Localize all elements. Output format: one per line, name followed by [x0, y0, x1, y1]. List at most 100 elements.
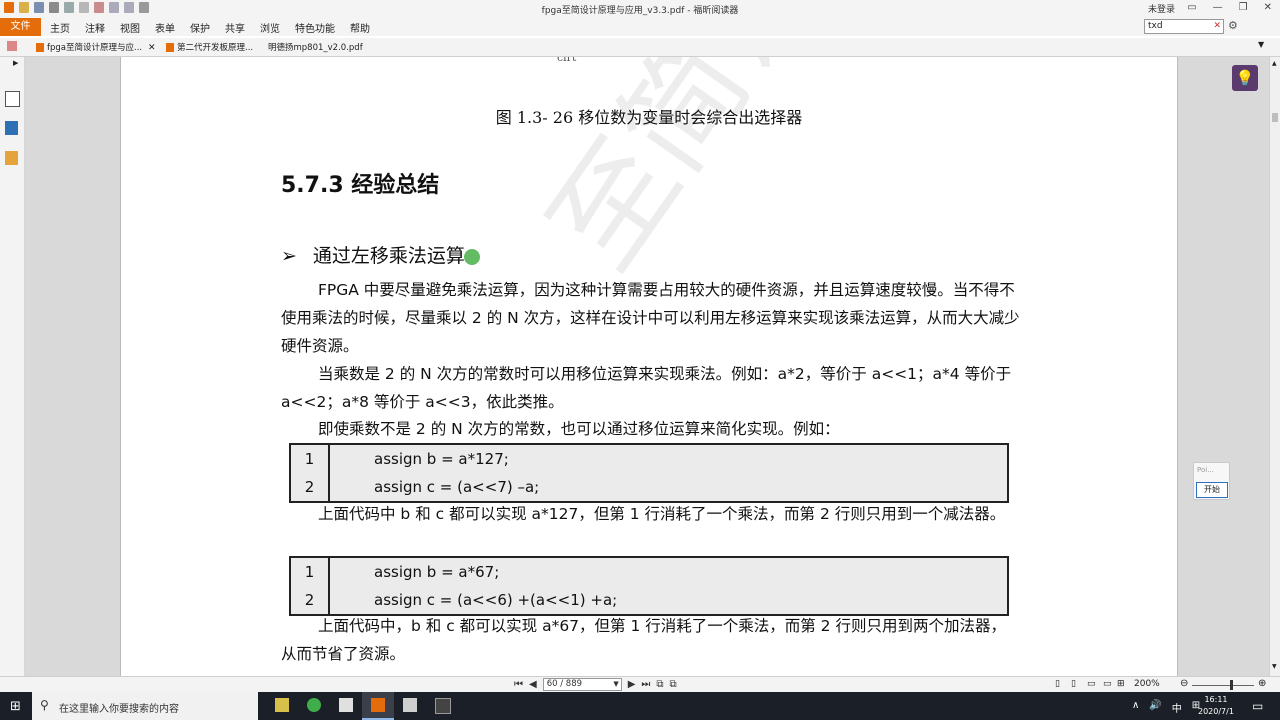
line-number: 2 [304, 478, 315, 496]
bookmark-icon[interactable] [5, 91, 20, 107]
next-page-icon[interactable]: ▶ [628, 679, 636, 690]
notification-icon[interactable]: ▭ [1252, 699, 1263, 713]
continuous-view-icon[interactable]: ▯ [1071, 679, 1076, 689]
fit-page-icon[interactable]: ⊞ [1117, 679, 1125, 689]
floating-panel-title: Poi... [1197, 466, 1214, 474]
tab-fpga[interactable]: fpga至简设计原理与应... ✕ [36, 40, 160, 56]
zoom-slider[interactable] [1192, 685, 1254, 686]
expand-panel-icon[interactable]: ▶ [13, 59, 18, 67]
window-title: fpga至简设计原理与应用_v3.3.pdf - 福昕阅读器 [541, 6, 739, 16]
taskbar-search[interactable]: ⚲ 在这里输入你要搜索的内容 [32, 692, 258, 720]
code-line: assign c = (a<<7) –a; [374, 478, 540, 496]
zoom-out-icon[interactable]: ⊖ [1180, 678, 1188, 689]
scroll-up-icon[interactable]: ▲ [1272, 60, 1277, 67]
code-lines: assign b = a*67; assign c = (a<<6) +(a<<… [328, 556, 1009, 616]
menu-comment[interactable]: 注释 [85, 20, 105, 35]
scrollbar-thumb[interactable] [1272, 113, 1278, 122]
copy-page-icon[interactable]: ⧉ [656, 679, 663, 690]
code-line: assign b = a*67; [374, 563, 500, 581]
taskbar-app-terminal[interactable] [426, 692, 458, 720]
windows-start-icon[interactable]: ⊞ [10, 699, 21, 714]
input-method-indicator[interactable]: 中 [1172, 700, 1182, 715]
taskbar-app-foxit[interactable] [362, 692, 394, 720]
settings-gear-icon[interactable]: ⚙ [1228, 19, 1238, 32]
clover-icon [307, 698, 321, 712]
tray-expand-icon[interactable]: ∧ [1132, 700, 1139, 715]
search-icon: ⚲ [40, 698, 49, 712]
search-input[interactable]: txd ✕ [1144, 19, 1224, 34]
hand-tool-icon[interactable] [7, 41, 17, 51]
tab-label: 第二代开发板原理... [177, 43, 254, 53]
cover-view-icon[interactable]: ▭ [1103, 679, 1112, 689]
menu-protect[interactable]: 保护 [190, 20, 210, 35]
volume-icon[interactable]: 🔊 [1149, 700, 1161, 715]
tab-close-icon[interactable]: ✕ [148, 40, 156, 56]
watermark: 至简设计原理与应 [501, 57, 1177, 297]
window-controls: ▭ — ❐ ✕ [1187, 2, 1272, 13]
paragraph: 即使乘数不是 2 的 N 次方的常数，也可以通过移位运算来简化实现。例如： [318, 420, 840, 438]
menu-help[interactable]: 帮助 [350, 20, 370, 35]
menu-bar: 文件 主页 注释 视图 表单 保护 共享 浏览 特色功能 帮助 [0, 18, 1280, 36]
menu-home[interactable]: 主页 [50, 20, 70, 35]
section-heading: 5.7.3 经验总结 [281, 173, 440, 198]
paragraph: FPGA 中要尽量避免乘法运算，因为这种计算需要占用较大的硬件资源，并且运算速度… [281, 281, 1020, 355]
code-line: assign c = (a<<6) +(a<<1) +a; [374, 591, 618, 609]
clear-search-icon[interactable]: ✕ [1213, 20, 1221, 33]
pages-icon[interactable] [5, 121, 18, 135]
pdf-file-icon [36, 43, 44, 52]
system-tray: ∧ 🔊 中 ⊞ [1132, 700, 1200, 715]
menu-browse[interactable]: 浏览 [260, 20, 280, 35]
pdf-page: 至简设计原理与应 clrt 图 1.3- 26 移位数为变量时会综合出选择器 5… [120, 57, 1178, 676]
calculator-icon [403, 698, 417, 712]
close-icon[interactable]: ✕ [1264, 2, 1272, 13]
tab-board[interactable]: 第二代开发板原理... [166, 40, 260, 56]
tabs-dropdown-icon[interactable]: ▼ [1258, 40, 1264, 49]
minimize-icon[interactable]: — [1213, 2, 1223, 13]
tab-label: fpga至简设计原理与应... [47, 43, 143, 53]
page-navigation: ⏮ ◀ 60 / 889 ▼ ▶ ⏭ ⧉ ⧉ [514, 678, 677, 691]
line-number: 1 [304, 563, 315, 581]
code-block: 1 2 assign b = a*127; assign c = (a<<7) … [289, 443, 1009, 503]
taskbar-clock[interactable]: 16:11 2020/7/1 [1198, 694, 1234, 718]
lightbulb-icon[interactable]: 💡 [1232, 65, 1258, 91]
taskbar-app-window[interactable] [330, 692, 362, 720]
figure-caption: 图 1.3- 26 移位数为变量时会综合出选择器 [495, 108, 803, 127]
restore-icon[interactable]: ❐ [1239, 2, 1248, 13]
tab-mp801[interactable]: 明德扬mp801_v2.0.pdf [268, 40, 378, 56]
clock-date: 2020/7/1 [1198, 707, 1234, 716]
comments-icon[interactable] [5, 151, 18, 165]
menu-features[interactable]: 特色功能 [295, 20, 335, 35]
scroll-down-icon[interactable]: ▼ [1272, 663, 1277, 670]
taskbar-search-placeholder: 在这里输入你要搜索的内容 [59, 704, 179, 715]
paragraph: 上面代码中，b 和 c 都可以实现 a*67，但第 1 行消耗了一个乘法，而第 … [281, 617, 1006, 663]
start-button[interactable]: 开始 [1196, 482, 1228, 498]
zoom-slider-handle[interactable] [1230, 680, 1233, 690]
single-page-view-icon[interactable]: ▯ [1055, 679, 1060, 689]
zoom-level[interactable]: 200% [1134, 679, 1160, 689]
floating-panel: Poi... 开始 [1193, 462, 1230, 500]
menu-form[interactable]: 表单 [155, 20, 175, 35]
first-page-icon[interactable]: ⏮ [514, 679, 523, 690]
chevron-down-icon[interactable]: ▼ [613, 679, 618, 690]
zoom-in-icon[interactable]: ⊕ [1258, 678, 1266, 689]
layout-icon[interactable]: ▭ [1187, 2, 1196, 13]
page-indicator: 60 / 889 [546, 679, 583, 689]
paragraph: 当乘数是 2 的 N 次方的常数时可以用移位运算来实现乘法。例如：a*2，等价于… [281, 365, 1012, 411]
menu-file[interactable]: 文件 [0, 18, 41, 36]
line-numbers: 1 2 [289, 556, 330, 616]
taskbar-app-paint[interactable] [266, 692, 298, 720]
taskbar-app-calculator[interactable] [394, 692, 426, 720]
menu-view[interactable]: 视图 [120, 20, 140, 35]
login-button[interactable]: 未登录 [1148, 2, 1175, 15]
page-number-input[interactable]: 60 / 889 ▼ [542, 678, 622, 691]
vertical-scrollbar[interactable]: ▲ ▼ [1269, 57, 1280, 676]
facing-view-icon[interactable]: ▭ [1087, 679, 1096, 689]
menu-share[interactable]: 共享 [225, 20, 245, 35]
last-page-icon[interactable]: ⏭ [641, 679, 650, 690]
paste-page-icon[interactable]: ⧉ [670, 679, 677, 690]
prev-page-icon[interactable]: ◀ [529, 679, 537, 690]
arrow-bullet-icon: ➢ [281, 245, 297, 267]
code-line: assign b = a*127; [374, 450, 509, 468]
taskbar-app-clover[interactable] [298, 692, 330, 720]
pdf-file-icon [166, 43, 174, 52]
